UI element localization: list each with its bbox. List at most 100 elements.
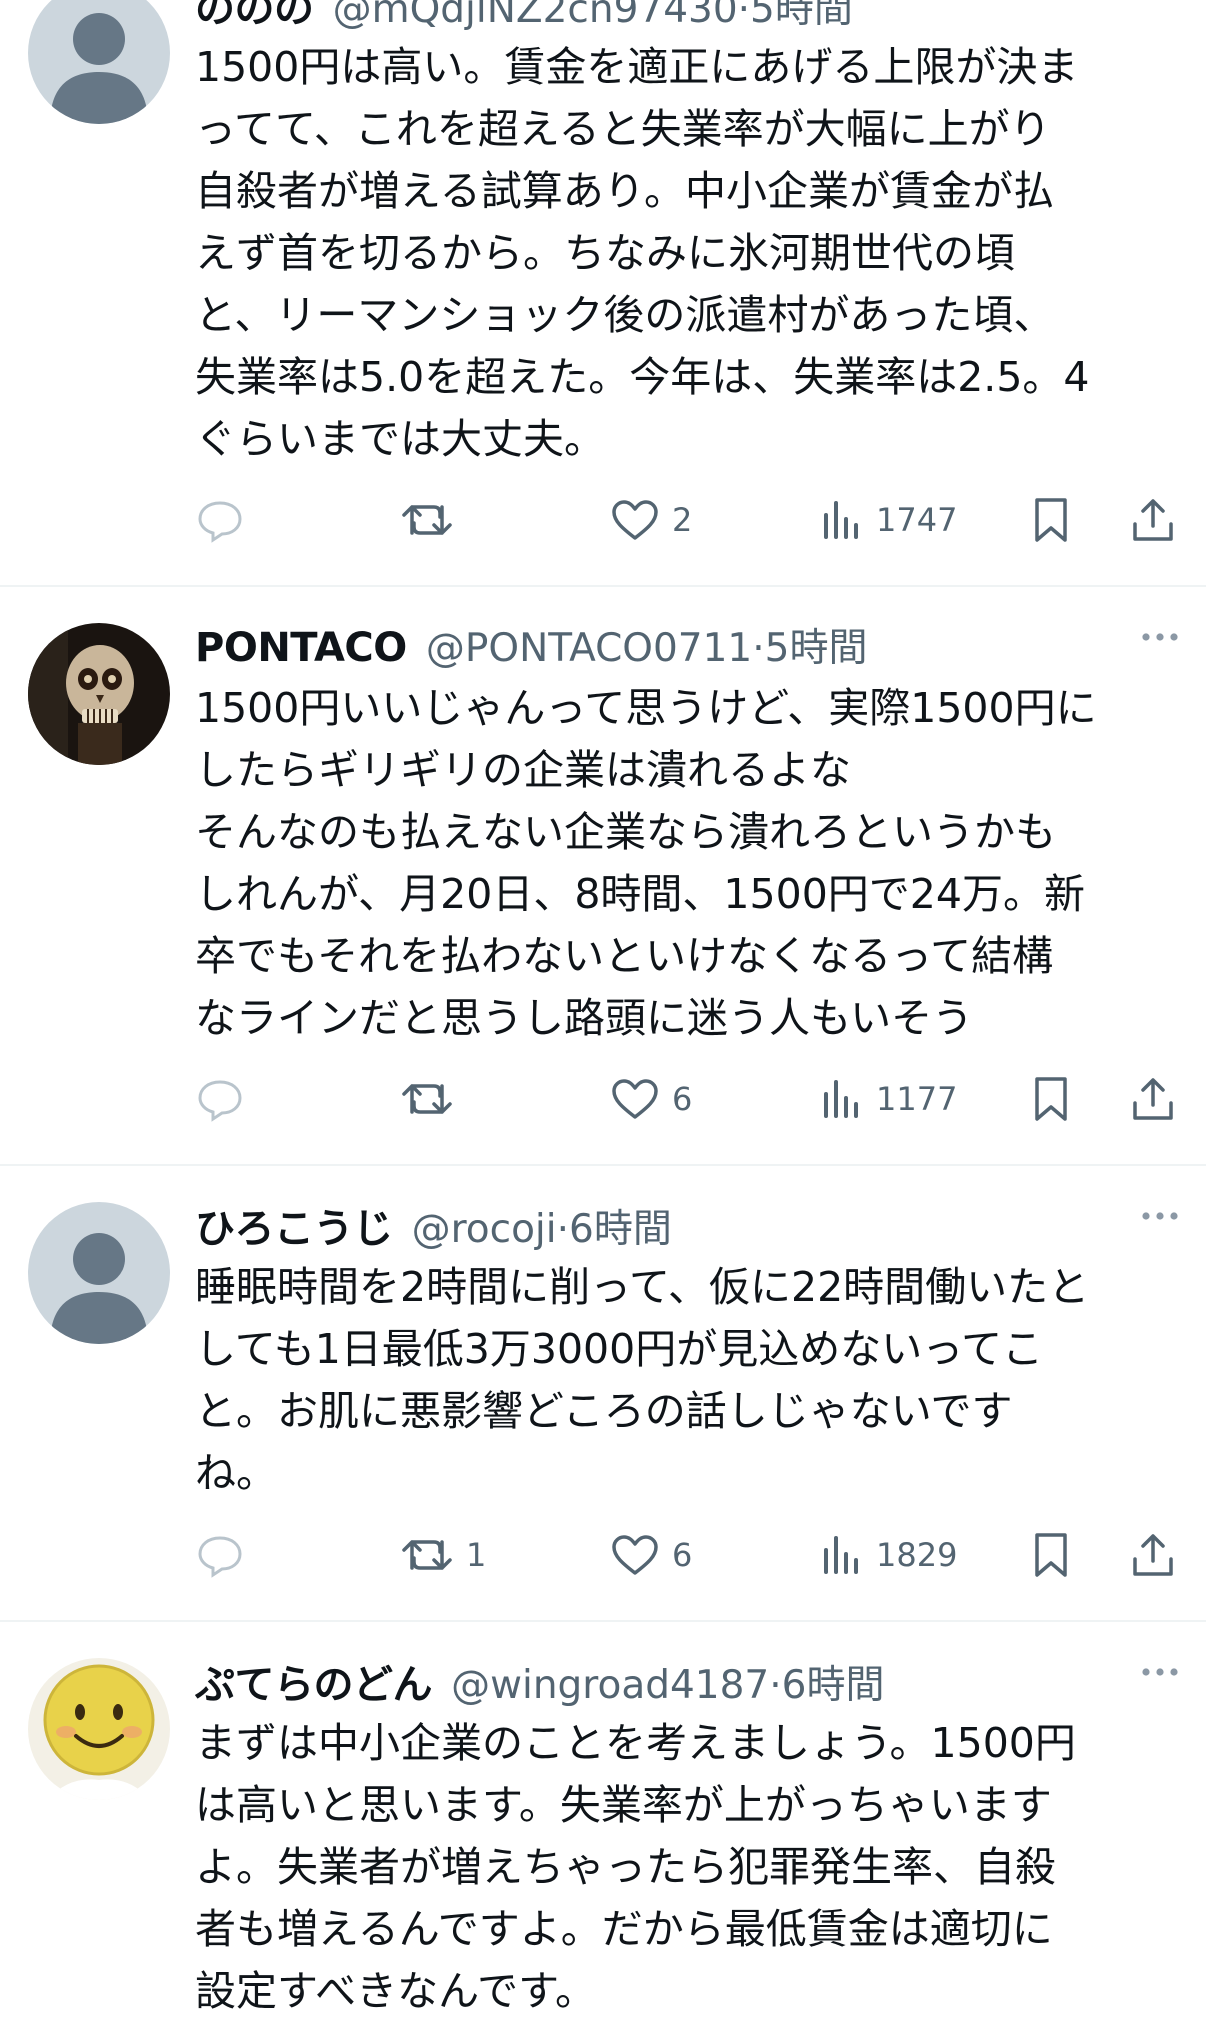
tweet-header: ぷてらのどん @wingroad4187·6時間 xyxy=(195,1652,1182,1708)
avatar[interactable] xyxy=(28,1202,170,1344)
text-line: しれんが、月20日、8時間、1500円で24万。新 xyxy=(195,870,1085,918)
retweet-button[interactable] xyxy=(400,1073,466,1125)
handle[interactable]: @wingroad4187 xyxy=(451,1663,769,1708)
tweet-actions: 2 1747 xyxy=(195,494,1185,546)
separator-dot: · xyxy=(737,0,751,32)
bookmark-button[interactable] xyxy=(1030,1529,1072,1581)
retweet-icon xyxy=(402,505,452,535)
tweet[interactable]: PONTACO @PONTACO0711·5時間 1500円いいじゃんって思うけ… xyxy=(0,587,1206,1164)
bookmark-button[interactable] xyxy=(1030,494,1072,546)
default-avatar-icon xyxy=(28,1202,170,1344)
more-options-icon[interactable] xyxy=(1138,0,1182,16)
text-line: 睡眠時間を2時間に削って、仮に22時間働いたと xyxy=(195,1263,1090,1311)
reply-button[interactable] xyxy=(195,1073,257,1125)
retweet-button[interactable] xyxy=(400,494,466,546)
text-line: は高いと思います。失業率が上がっちゃいます xyxy=(195,1781,1052,1829)
text-line: 者も増えるんですよ。だから最低賃金は適切に xyxy=(195,1905,1053,1953)
reply-button[interactable] xyxy=(195,1529,257,1581)
reply-button[interactable] xyxy=(195,494,257,546)
timestamp[interactable]: 5時間 xyxy=(765,626,868,671)
tweet-header: ひろこうじ @rocoji·6時間 xyxy=(195,1196,1182,1252)
retweet-icon xyxy=(402,1084,452,1114)
like-button[interactable]: 6 xyxy=(610,1073,692,1125)
tweet-text: 1500円は高い。賃金を適正にあげる上限が決ま ってて、これを超えると失業率が大… xyxy=(195,36,1185,470)
avatar[interactable] xyxy=(28,623,170,765)
tweet-header: ののの @mQdjlNZ2cn97430·5時間 xyxy=(195,0,1182,32)
views-chart-icon xyxy=(824,1536,858,1574)
avatar[interactable] xyxy=(28,1658,170,1800)
text-line: なラインだと思うし路頭に迷う人もいそう xyxy=(195,994,974,1042)
reply-icon xyxy=(198,1080,242,1122)
like-button[interactable]: 6 xyxy=(610,1529,692,1581)
timestamp[interactable]: 5時間 xyxy=(750,0,853,32)
heart-icon xyxy=(612,1079,658,1119)
display-name[interactable]: PONTACO xyxy=(195,625,407,671)
share-button[interactable] xyxy=(1130,1529,1176,1581)
share-icon xyxy=(1133,1534,1173,1576)
handle[interactable]: @rocoji xyxy=(412,1207,557,1252)
views-button[interactable]: 1747 xyxy=(820,494,957,546)
timestamp[interactable]: 6時間 xyxy=(782,1663,885,1708)
tweet-text: まずは中小企業のことを考えましょう。1500円 は高いと思います。失業率が上がっ… xyxy=(195,1712,1185,2022)
reply-icon xyxy=(198,1536,242,1578)
tweet[interactable]: ののの @mQdjlNZ2cn97430·5時間 1500円は高い。賃金を適正に… xyxy=(0,0,1206,585)
share-button[interactable] xyxy=(1130,494,1176,546)
like-count: 6 xyxy=(672,1080,693,1118)
tweet[interactable]: ぷてらのどん @wingroad4187·6時間 まずは中小企業のことを考えまし… xyxy=(0,1622,1206,2033)
bookmark-button[interactable] xyxy=(1030,1073,1072,1125)
text-line: 失業率は5.0を超えた。今年は、失業率は2.5。4 xyxy=(195,353,1090,401)
skull-mask-avatar-icon xyxy=(28,623,170,765)
timestamp[interactable]: 6時間 xyxy=(569,1207,672,1252)
views-button[interactable]: 1177 xyxy=(820,1073,957,1125)
bookmark-icon xyxy=(1035,1077,1067,1121)
view-count: 1747 xyxy=(876,501,958,539)
views-chart-icon xyxy=(824,1080,858,1118)
text-line: ってて、これを超えると失業率が大幅に上がり xyxy=(195,105,1051,153)
share-icon xyxy=(1133,499,1173,541)
share-icon xyxy=(1133,1078,1173,1120)
tweet[interactable]: ひろこうじ @rocoji·6時間 睡眠時間を2時間に削って、仮に22時間働いた… xyxy=(0,1166,1206,1620)
retweet-icon xyxy=(402,1540,452,1570)
views-button[interactable]: 1829 xyxy=(820,1529,957,1581)
share-button[interactable] xyxy=(1130,1073,1176,1125)
avatar[interactable] xyxy=(28,0,170,124)
tweet-header: PONTACO @PONTACO0711·5時間 xyxy=(195,617,1182,673)
display-name[interactable]: ぷてらのどん xyxy=(195,1662,433,1708)
text-line: 自殺者が増える試算あり。中小企業が賃金が払 xyxy=(195,167,1054,215)
tweet-actions: 6 1177 xyxy=(195,1073,1185,1125)
retweet-button[interactable]: 1 xyxy=(400,1529,486,1581)
separator-dot: · xyxy=(769,1663,782,1708)
text-line: まずは中小企業のことを考えましょう。1500円 xyxy=(195,1719,1076,1767)
text-line: 設定すべきなんです。 xyxy=(195,1967,596,2015)
display-name[interactable]: ひろこうじ xyxy=(195,1206,393,1252)
text-line: そんなのも払えない企業なら潰れろというかも xyxy=(195,808,1056,856)
reply-icon xyxy=(198,501,242,543)
like-button[interactable]: 2 xyxy=(610,494,692,546)
view-count: 1177 xyxy=(876,1080,958,1118)
smiley-plush-avatar-icon xyxy=(28,1658,170,1800)
tweet-actions: 1 6 1829 xyxy=(195,1529,1185,1581)
text-line: したらギリギリの企業は潰れるよな xyxy=(195,746,851,794)
text-line: と。お肌に悪影響どころの話しじゃないです xyxy=(195,1387,1013,1435)
text-line: しても1日最低3万3000円が見込めないってこ xyxy=(195,1325,1044,1373)
more-options-icon[interactable] xyxy=(1138,1196,1182,1236)
retweet-count: 1 xyxy=(466,1536,487,1574)
handle[interactable]: @mQdjlNZ2cn97430 xyxy=(333,0,738,32)
separator-dot: · xyxy=(556,1207,570,1252)
text-line: えず首を切るから。ちなみに氷河期世代の頃 xyxy=(195,229,1015,277)
text-line: と、リーマンショック後の派遣村があった頃、 xyxy=(195,291,1055,339)
tweet-text: 睡眠時間を2時間に削って、仮に22時間働いたと しても1日最低3万3000円が見… xyxy=(195,1256,1185,1504)
timeline-feed: ののの @mQdjlNZ2cn97430·5時間 1500円は高い。賃金を適正に… xyxy=(0,0,1206,2033)
text-line: 卒でもそれを払わないといけなくなるって結構 xyxy=(195,932,1054,980)
text-line: 1500円は高い。賃金を適正にあげる上限が決ま xyxy=(195,43,1079,91)
tweet-text: 1500円いいじゃんって思うけど、実際1500円に したらギリギリの企業は潰れる… xyxy=(195,677,1185,1049)
more-options-icon[interactable] xyxy=(1138,617,1182,657)
bookmark-icon xyxy=(1035,1533,1067,1577)
heart-icon xyxy=(612,500,658,540)
more-options-icon[interactable] xyxy=(1138,1652,1182,1692)
display-name[interactable]: ののの xyxy=(195,0,314,32)
text-line: ぐらいまでは大丈夫。 xyxy=(195,415,605,463)
view-count: 1829 xyxy=(876,1536,958,1574)
text-line: ね。 xyxy=(195,1449,277,1497)
handle[interactable]: @PONTACO0711 xyxy=(426,626,752,671)
